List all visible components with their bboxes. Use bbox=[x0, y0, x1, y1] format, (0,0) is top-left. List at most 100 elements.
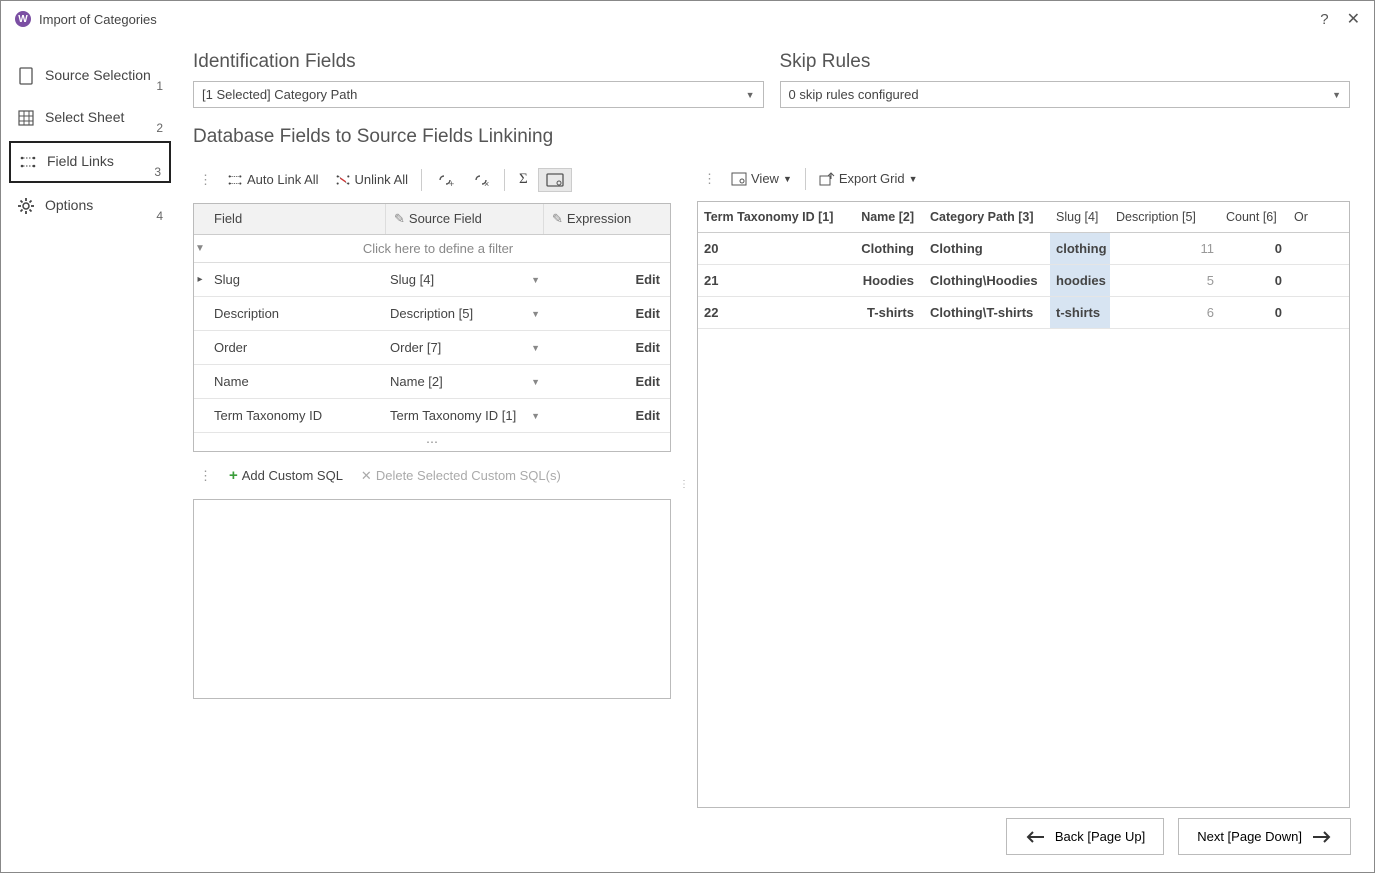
row-indicator-icon: ▸ bbox=[194, 274, 206, 285]
linking-title: Database Fields to Source Fields Linkini… bbox=[193, 126, 1350, 148]
arrow-right-icon bbox=[1312, 830, 1332, 844]
step-label: Source Selection bbox=[45, 67, 163, 83]
source-cell[interactable]: Name [2]▼ bbox=[386, 365, 544, 398]
identification-dropdown[interactable]: [1 Selected] Category Path ▼ bbox=[193, 81, 764, 108]
window-title: Import of Categories bbox=[39, 12, 1320, 27]
source-cell[interactable]: Slug [4]▼ bbox=[386, 263, 544, 296]
link-row[interactable]: Term Taxonomy IDTerm Taxonomy ID [1]▼Edi… bbox=[194, 399, 670, 433]
link-row[interactable]: DescriptionDescription [5]▼Edit bbox=[194, 297, 670, 331]
preview-grid: Term Taxonomy ID [1] Name [2] Category P… bbox=[697, 201, 1350, 808]
preview-col-count[interactable]: Count [6] bbox=[1220, 202, 1288, 232]
source-cell[interactable]: Term Taxonomy ID [1]▼ bbox=[386, 399, 544, 432]
field-cell: Slug bbox=[206, 263, 386, 296]
custom-sql-area[interactable] bbox=[193, 499, 671, 699]
arrow-left-icon bbox=[1025, 830, 1045, 844]
pencil-icon: ✎ bbox=[552, 211, 563, 226]
x-icon: ✕ bbox=[361, 468, 372, 484]
unlink-all-button[interactable]: Unlink All bbox=[328, 167, 415, 192]
dropdown-value: 0 skip rules configured bbox=[789, 87, 919, 102]
back-button[interactable]: Back [Page Up] bbox=[1006, 818, 1164, 855]
edit-expression-button[interactable]: Edit bbox=[544, 297, 670, 330]
step-source-selection[interactable]: Source Selection 1 bbox=[9, 57, 171, 95]
preview-row[interactable]: 20ClothingClothingclothing110 bbox=[698, 233, 1349, 265]
link-add-button[interactable]: + bbox=[428, 167, 462, 193]
help-button[interactable]: ? bbox=[1320, 11, 1328, 28]
column-expression[interactable]: ✎Expression bbox=[544, 204, 670, 234]
chevron-down-icon[interactable]: ▼ bbox=[531, 411, 540, 421]
preview-toolbar: ⋮ View ▼ Export Grid ▼ bbox=[697, 162, 1350, 201]
preview-col-name[interactable]: Name [2] bbox=[850, 202, 920, 232]
source-cell[interactable]: Description [5]▼ bbox=[386, 297, 544, 330]
step-field-links[interactable]: Field Links 3 bbox=[9, 141, 171, 183]
column-source[interactable]: ✎Source Field bbox=[386, 204, 544, 234]
view-icon bbox=[731, 172, 747, 186]
preview-col-desc[interactable]: Description [5] bbox=[1110, 202, 1220, 232]
field-links-grid: Field ✎Source Field ✎Expression ▼ Click … bbox=[193, 203, 671, 452]
skiprules-dropdown[interactable]: 0 skip rules configured ▼ bbox=[780, 81, 1351, 108]
field-cell: Description bbox=[206, 297, 386, 330]
step-number: 2 bbox=[156, 121, 163, 135]
link-remove-button[interactable]: × bbox=[464, 167, 498, 193]
step-number: 3 bbox=[154, 165, 161, 179]
auto-link-all-button[interactable]: Auto Link All bbox=[220, 167, 326, 192]
chevron-down-icon[interactable]: ▼ bbox=[531, 309, 540, 319]
add-custom-sql-button[interactable]: + Add Custom SQL bbox=[222, 462, 350, 489]
export-grid-dropdown[interactable]: Export Grid ▼ bbox=[812, 166, 925, 191]
link-row[interactable]: ▸SlugSlug [4]▼Edit bbox=[194, 263, 670, 297]
unlink-icon bbox=[335, 173, 351, 187]
links-icon bbox=[227, 173, 243, 187]
plus-icon: + bbox=[229, 467, 238, 484]
field-cell: Name bbox=[206, 365, 386, 398]
drag-handle-icon[interactable]: ⋮ bbox=[193, 172, 218, 188]
preview-col-path[interactable]: Category Path [3] bbox=[920, 202, 1050, 232]
step-select-sheet[interactable]: Select Sheet 2 bbox=[9, 99, 171, 137]
table-icon bbox=[17, 109, 35, 127]
gear-icon bbox=[17, 197, 35, 215]
resize-handle-icon[interactable]: ⋯ bbox=[194, 433, 670, 451]
edit-expression-button[interactable]: Edit bbox=[544, 263, 670, 296]
column-field[interactable]: Field bbox=[206, 204, 386, 234]
step-number: 1 bbox=[156, 79, 163, 93]
step-label: Options bbox=[45, 197, 163, 213]
edit-expression-button[interactable]: Edit bbox=[544, 365, 670, 398]
preview-toggle-button[interactable] bbox=[538, 168, 572, 192]
chevron-down-icon: ▼ bbox=[746, 90, 755, 100]
preview-row[interactable]: 21HoodiesClothing\Hoodieshoodies50 bbox=[698, 265, 1349, 297]
field-cell: Order bbox=[206, 331, 386, 364]
chevron-down-icon[interactable]: ▼ bbox=[531, 343, 540, 353]
chevron-down-icon[interactable]: ▼ bbox=[531, 377, 540, 387]
linking-toolbar: ⋮ Auto Link All Unlink All + × Σ bbox=[193, 162, 671, 203]
step-options[interactable]: Options 4 bbox=[9, 187, 171, 225]
link-row[interactable]: NameName [2]▼Edit bbox=[194, 365, 670, 399]
source-cell[interactable]: Order [7]▼ bbox=[386, 331, 544, 364]
step-label: Select Sheet bbox=[45, 109, 163, 125]
preview-col-order[interactable]: Or bbox=[1288, 202, 1316, 232]
next-button[interactable]: Next [Page Down] bbox=[1178, 818, 1351, 855]
drag-handle-icon[interactable]: ⋮ bbox=[697, 171, 722, 187]
view-dropdown[interactable]: View ▼ bbox=[724, 166, 799, 191]
edit-expression-button[interactable]: Edit bbox=[544, 399, 670, 432]
sigma-button[interactable]: Σ bbox=[511, 166, 536, 193]
chevron-down-icon: ▼ bbox=[1332, 90, 1341, 100]
step-label: Field Links bbox=[47, 153, 161, 169]
links-icon bbox=[19, 153, 37, 171]
preview-row[interactable]: 22T-shirtsClothing\T-shirtst-shirts60 bbox=[698, 297, 1349, 329]
wizard-sidebar: Source Selection 1 Select Sheet 2 Field … bbox=[1, 37, 179, 808]
svg-text:+: + bbox=[449, 179, 454, 188]
close-button[interactable]: ✕ bbox=[1347, 9, 1360, 29]
dropdown-value: [1 Selected] Category Path bbox=[202, 87, 357, 102]
preview-col-slug[interactable]: Slug [4] bbox=[1050, 202, 1110, 232]
app-logo-icon: W bbox=[15, 11, 31, 27]
chevron-down-icon[interactable]: ▼ bbox=[531, 275, 540, 285]
identification-title: Identification Fields bbox=[193, 51, 764, 73]
link-row[interactable]: OrderOrder [7]▼Edit bbox=[194, 331, 670, 365]
drag-handle-icon[interactable]: ⋮ bbox=[193, 468, 218, 484]
edit-expression-button[interactable]: Edit bbox=[544, 331, 670, 364]
splitter-handle[interactable]: ⋮ bbox=[681, 162, 687, 808]
skiprules-title: Skip Rules bbox=[780, 51, 1351, 73]
document-icon bbox=[17, 67, 35, 85]
delete-custom-sql-button[interactable]: ✕ Delete Selected Custom SQL(s) bbox=[354, 463, 568, 489]
filter-row[interactable]: ▼ Click here to define a filter bbox=[194, 235, 670, 263]
preview-col-id[interactable]: Term Taxonomy ID [1] bbox=[698, 202, 850, 232]
svg-text:×: × bbox=[484, 179, 489, 188]
